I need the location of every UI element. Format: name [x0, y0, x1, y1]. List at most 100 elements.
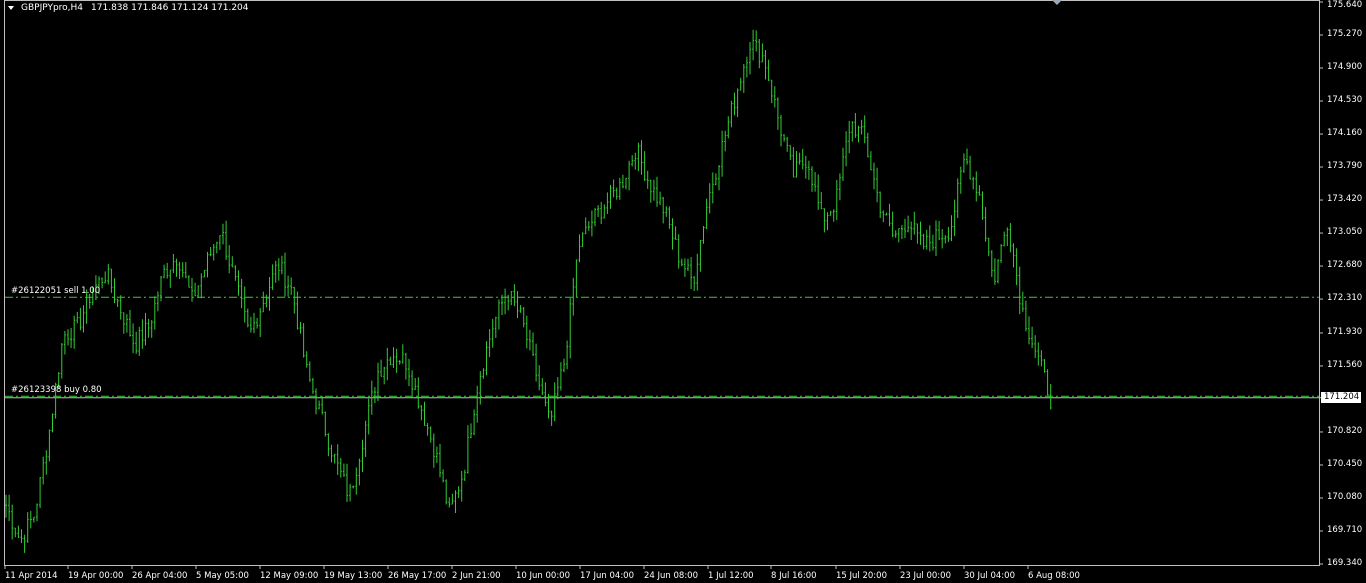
candle-bar	[947, 226, 950, 243]
buy-order-label[interactable]: #26123398 buy 0.80	[11, 385, 102, 395]
candle-bar	[587, 221, 590, 231]
candle-bar	[36, 503, 38, 522]
candle-bar	[45, 450, 48, 475]
candle-bar	[79, 307, 82, 331]
candle-bar	[448, 497, 451, 508]
candle-bar	[919, 221, 922, 245]
candle-bar	[367, 398, 370, 435]
price-tick-label: 170.080	[1327, 491, 1363, 502]
candle-bar	[284, 252, 286, 297]
sell-order-label[interactable]: #26122051 sell 1.00	[11, 286, 100, 296]
candle-bar	[302, 323, 305, 358]
candle-bar	[637, 142, 640, 171]
time-tick-label: 2 Jun 21:00	[452, 571, 501, 581]
candle-bar	[32, 516, 35, 523]
candle-bar	[590, 210, 593, 237]
candle-bar	[1024, 300, 1027, 332]
current-price-marker: 171.204	[1321, 392, 1361, 404]
candle-bar	[891, 211, 894, 238]
candle-bar	[411, 370, 414, 396]
candle-bar	[445, 479, 448, 505]
candle-bar	[770, 79, 773, 104]
candle-bar	[873, 162, 875, 190]
candle-bar	[497, 299, 500, 330]
trading-chart-window[interactable]: GBPJPYpro,H4 171.838 171.846 171.124 171…	[0, 0, 1366, 583]
candle-bar	[811, 166, 813, 192]
candle-bar	[513, 284, 516, 307]
candle-bar	[721, 130, 724, 177]
candle-bar	[138, 326, 141, 356]
candle-bar	[150, 320, 153, 338]
candle-bar	[435, 446, 438, 463]
candle-bar	[404, 352, 407, 380]
candle-bar	[773, 86, 776, 108]
candle-bar	[265, 294, 268, 308]
candle-bar	[848, 120, 851, 154]
candle-bar	[708, 183, 711, 214]
candle-bar	[525, 315, 528, 349]
time-tick-label: 26 Apr 04:00	[132, 571, 188, 581]
symbol-header[interactable]: GBPJPYpro,H4 171.838 171.846 171.124 171…	[8, 3, 249, 13]
candle-bar	[925, 229, 928, 250]
candle-bar	[144, 312, 147, 346]
price-tick-label: 172.310	[1327, 293, 1363, 304]
time-tick-label: 10 Jun 00:00	[516, 571, 570, 581]
candle-bar	[714, 173, 717, 186]
candle-bar	[268, 276, 271, 311]
candle-bar	[271, 264, 274, 290]
candle-bar	[804, 155, 807, 179]
candle-bar	[978, 185, 981, 196]
candle-bar	[166, 262, 169, 279]
candle-bar	[339, 457, 342, 478]
candle-bar	[398, 360, 401, 365]
price-tick-label: 175.270	[1327, 29, 1363, 39]
candle-bar	[479, 371, 482, 405]
candle-bar	[792, 147, 795, 178]
candle-bar	[5, 494, 7, 518]
candle-bar	[643, 151, 646, 182]
candle-bar	[621, 174, 624, 189]
candle-bar	[860, 119, 863, 135]
candle-bar	[315, 388, 317, 415]
candle-bar	[358, 458, 361, 486]
candle-series	[5, 29, 1052, 553]
candle-bar	[953, 199, 956, 237]
candle-bar	[814, 172, 817, 192]
time-tick-label: 1 Jul 12:00	[708, 571, 754, 581]
candle-bar	[584, 217, 587, 235]
candle-bar	[541, 378, 544, 396]
candle-bar	[683, 258, 686, 277]
candle-bar	[987, 237, 990, 257]
candle-bar	[178, 261, 181, 280]
candle-bar	[135, 331, 138, 354]
candle-bar	[807, 160, 810, 180]
candle-bar	[14, 527, 17, 538]
candle-bar	[293, 286, 296, 314]
candle-bar	[652, 179, 655, 201]
price-tick-label: 173.420	[1327, 194, 1363, 205]
dropdown-arrow-icon[interactable]	[8, 6, 14, 10]
time-tick-label: 17 Jun 04:00	[580, 571, 634, 581]
candle-bar	[280, 255, 283, 275]
candle-bar	[553, 382, 556, 422]
time-tick-label: 23 Jul 00:00	[900, 571, 951, 581]
candle-bar	[956, 178, 959, 218]
candle-bar	[60, 343, 63, 379]
price-tick-label: 173.050	[1327, 227, 1363, 238]
candle-bar	[290, 277, 293, 295]
candle-bar	[950, 215, 953, 242]
chart-shift-marker-icon[interactable]	[1052, 0, 1062, 5]
candle-bar	[913, 211, 916, 235]
candle-bar	[615, 187, 618, 200]
candle-bar	[969, 155, 972, 180]
candle-bar	[724, 130, 727, 152]
candle-bar	[129, 309, 131, 337]
price-chart[interactable]	[0, 0, 1366, 583]
candle-bar	[755, 30, 758, 52]
candle-bar	[175, 258, 178, 277]
candle-bar	[916, 223, 919, 244]
candle-bar	[966, 148, 968, 165]
candle-bar	[981, 191, 984, 220]
candle-bar	[457, 486, 460, 499]
candle-bar	[423, 401, 426, 427]
